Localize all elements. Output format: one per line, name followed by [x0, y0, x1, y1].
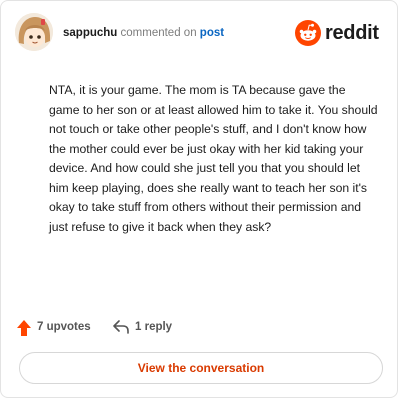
reply-arrow-icon — [113, 320, 129, 334]
username[interactable]: sappuchu — [63, 27, 117, 39]
upvote-count: 7 upvotes — [37, 321, 91, 333]
post-link[interactable]: post — [200, 27, 224, 39]
reddit-wordmark: reddit — [325, 22, 379, 44]
commented-on-text: commented on — [120, 27, 197, 39]
view-conversation-button[interactable]: View the conversation — [19, 352, 383, 384]
reddit-snoo-icon — [295, 20, 321, 46]
reply-count: 1 reply — [135, 321, 173, 333]
comment-byline: sappuchu commented on post — [63, 25, 224, 41]
user-avatar[interactable] — [15, 13, 53, 51]
comment-body: NTA, it is your game. The mom is TA beca… — [49, 83, 378, 234]
reddit-brand[interactable]: reddit — [295, 19, 383, 47]
upvote-button[interactable]: 7 upvotes — [17, 319, 97, 337]
comment-embed-card: sappuchu commented on post reddit NTA, i… — [0, 0, 398, 398]
comment-header: sappuchu commented on post reddit — [15, 13, 383, 53]
anime-avatar-icon — [15, 13, 53, 51]
upvote-arrow-icon — [17, 320, 31, 336]
reply-button[interactable]: 1 reply — [113, 319, 183, 337]
